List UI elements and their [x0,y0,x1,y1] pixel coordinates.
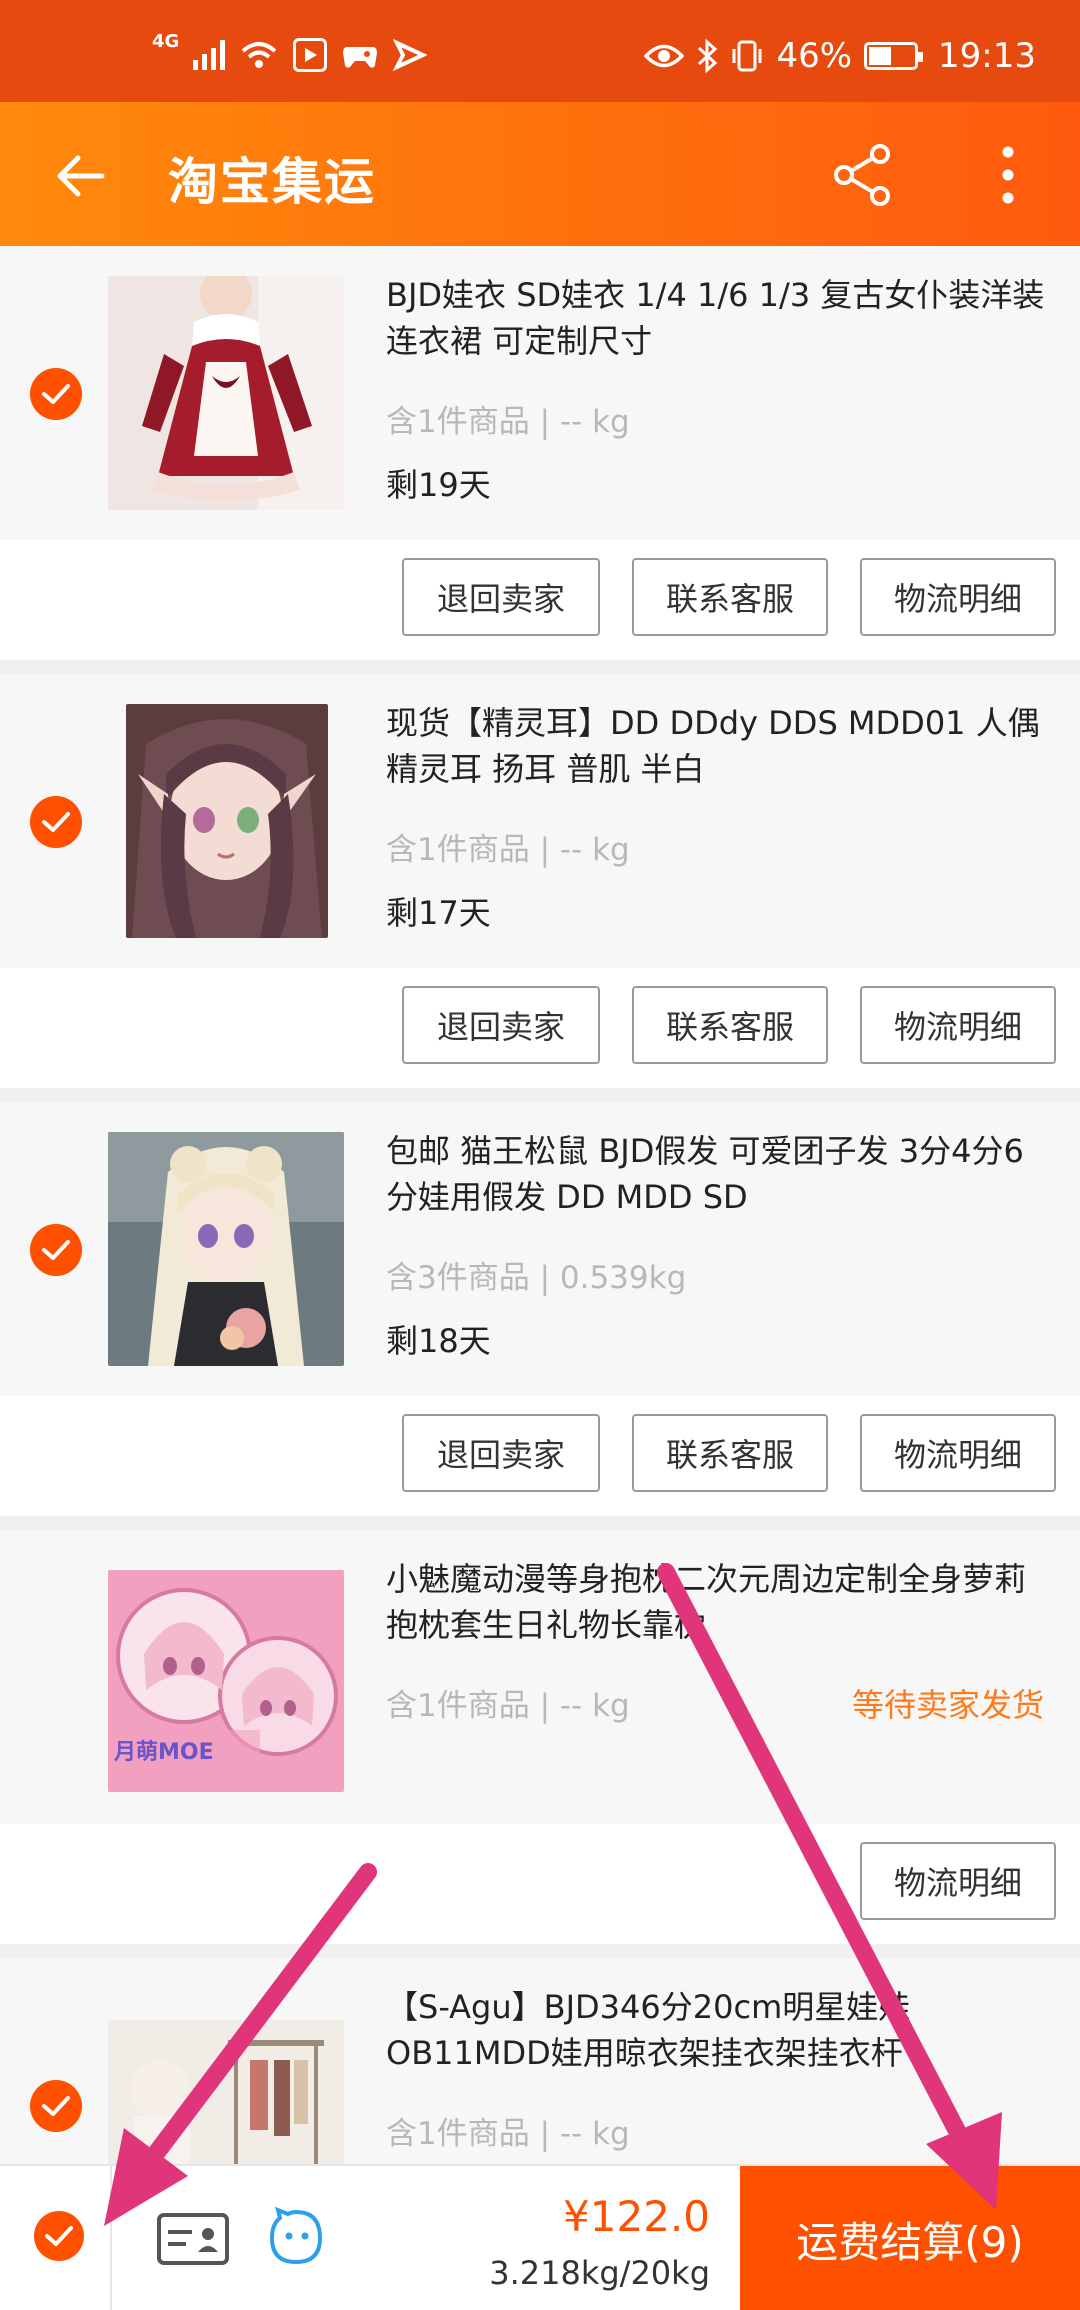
status-left-icons: 4G [152,31,428,72]
order-checkbox[interactable] [30,796,82,848]
order-card-body[interactable]: 包邮 猫王松鼠 BJD假发 可爱团子发 3分4分6分娃用假发 DD MDD SD… [0,1102,1080,1396]
logistics-detail-button[interactable]: 物流明细 [860,1414,1056,1492]
order-meta: 含1件商品 | -- kg [386,404,630,440]
contact-service-button[interactable]: 联系客服 [632,1414,828,1492]
order-actions: 退回卖家 联系客服 物流明细 [0,1396,1080,1516]
network-type: 4G [152,30,180,52]
order-meta: 含1件商品 | -- kg [386,1688,630,1724]
order-title: 包邮 猫王松鼠 BJD假发 可爱团子发 3分4分6分娃用假发 DD MDD SD [386,1132,1024,1216]
divider [110,2166,112,2310]
order-card-body[interactable]: BJD娃衣 SD娃衣 1/4 1/6 1/3 复古女仆装洋装 连衣裙 可定制尺寸… [0,246,1080,540]
product-thumbnail[interactable] [108,1132,344,1366]
battery-icon [864,42,924,70]
total-price: ¥122.0 [563,2192,710,2241]
order-card-body[interactable]: 月萌MOE 小魅魔动漫等身抱枕二次元周边定制全身萝莉抱枕套生日礼物长靠枕 含1件… [0,1530,1080,1824]
return-to-seller-button[interactable]: 退回卖家 [402,986,600,1064]
send-app-icon [393,39,428,71]
select-all-checkbox[interactable] [34,2211,84,2261]
checkmark-icon [42,812,70,832]
order-days-left: 剩18天 [386,1322,491,1360]
checkmark-icon [42,2096,70,2116]
status-bar: 4G 46% 19:13 [0,0,1080,102]
order-meta: 含1件商品 | -- kg [386,2116,630,2152]
order-title: BJD娃衣 SD娃衣 1/4 1/6 1/3 复古女仆装洋装 连衣裙 可定制尺寸 [386,276,1045,360]
order-days-left: 剩17天 [386,894,491,932]
eye-comfort-icon [644,44,685,68]
order-title: 现货【精灵耳】DD DDdy DDS MDD01 人偶精灵耳 扬耳 普肌 半白 [386,704,1040,788]
back-arrow-icon[interactable] [52,146,112,206]
order-card-body[interactable]: 现货【精灵耳】DD DDdy DDS MDD01 人偶精灵耳 扬耳 普肌 半白 … [0,674,1080,968]
share-icon[interactable] [830,142,896,208]
return-to-seller-button[interactable]: 退回卖家 [402,1414,600,1492]
order-meta: 含1件商品 | -- kg [386,832,630,868]
logistics-detail-button[interactable]: 物流明细 [860,986,1056,1064]
total-weight: 3.218kg/20kg [489,2254,710,2292]
id-card-icon[interactable] [156,2212,230,2266]
order-checkbox[interactable] [30,2080,82,2132]
order-card-body[interactable]: 【S-Agu】BJD346分20cm明星娃娃OB11MDD娃用晾衣架挂衣架挂衣杆… [0,1958,1080,2168]
order-actions: 退回卖家 联系客服 物流明细 [0,540,1080,660]
product-thumbnail[interactable] [108,2020,344,2168]
order-checkbox[interactable] [30,368,82,420]
order-days-left: 剩19天 [386,466,491,504]
order-actions: 物流明细 [0,1824,1080,1944]
page-title: 淘宝集运 [168,153,376,211]
vibrate-icon [732,40,762,72]
customer-service-icon[interactable] [266,2206,326,2266]
contact-service-button[interactable]: 联系客服 [632,558,828,636]
thumbnail-logo-text: 月萌MOE [114,1740,214,1765]
logistics-detail-button[interactable]: 物流明细 [860,1842,1056,1920]
signal-icon [193,40,226,70]
battery-percent: 46% [776,36,853,76]
order-meta: 含3件商品 | 0.539kg [386,1260,687,1296]
clock: 19:13 [938,36,1036,76]
checkmark-icon [42,384,70,404]
order-status-badge: 等待卖家发货 [851,1686,1044,1724]
game-app-icon [343,47,378,68]
return-to-seller-button[interactable]: 退回卖家 [402,558,600,636]
order-checkbox[interactable] [30,1224,82,1276]
settle-shipping-button[interactable]: 运费结算(9) [740,2166,1080,2310]
order-title: 【S-Agu】BJD346分20cm明星娃娃OB11MDD娃用晾衣架挂衣架挂衣杆 [386,1988,911,2072]
checkout-bar: ¥122.0 3.218kg/20kg 运费结算(9) [0,2164,1080,2310]
checkmark-icon [42,1240,70,1260]
product-thumbnail[interactable] [126,704,328,938]
product-thumbnail[interactable]: 月萌MOE [108,1570,344,1792]
order-actions: 退回卖家 联系客服 物流明细 [0,968,1080,1088]
nav-bar: 淘宝集运 [0,102,1080,246]
bluetooth-icon [698,39,718,73]
video-app-icon [293,38,328,72]
product-thumbnail[interactable] [108,276,344,510]
wifi-icon [241,42,277,68]
order-title: 小魅魔动漫等身抱枕二次元周边定制全身萝莉抱枕套生日礼物长靠枕 [386,1560,1027,1644]
contact-service-button[interactable]: 联系客服 [632,986,828,1064]
status-right-icons: 46% 19:13 [644,36,1036,76]
checkmark-icon [45,2226,73,2246]
more-icon[interactable] [986,142,1030,208]
logistics-detail-button[interactable]: 物流明细 [860,558,1056,636]
